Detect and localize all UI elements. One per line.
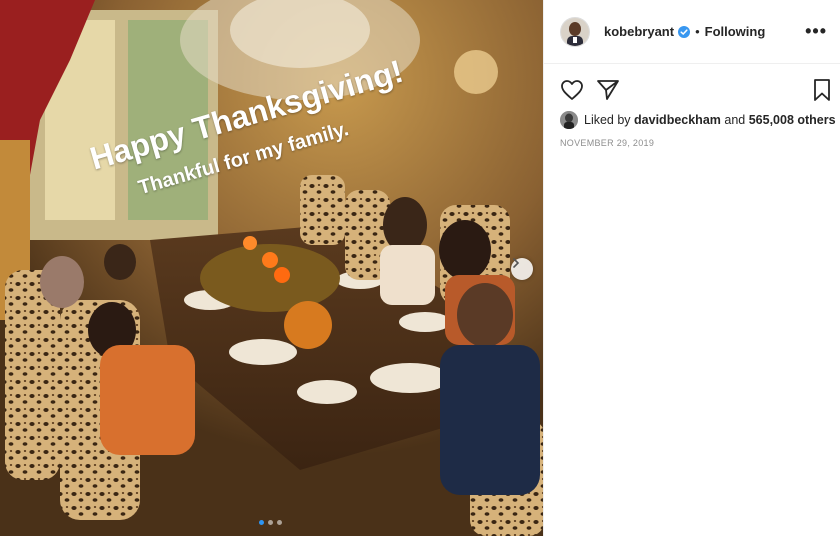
post-date[interactable]: NOVEMBER 29, 2019 — [560, 138, 654, 148]
bookmark-icon[interactable] — [810, 78, 834, 102]
separator-dot: • — [695, 24, 700, 39]
avatar[interactable] — [560, 16, 590, 47]
carousel-dot-active — [259, 520, 264, 525]
likes-summary: Liked by davidbeckham and 565,008 others — [560, 111, 836, 129]
liked-by-prefix: Liked by — [584, 113, 631, 127]
username-link[interactable]: kobebryant — [604, 24, 674, 39]
post-photo[interactable]: Happy Thanksgiving! Thankful for my fami… — [0, 0, 543, 536]
carousel-dot — [268, 520, 273, 525]
paper-plane-icon[interactable] — [596, 78, 620, 102]
chevron-right-icon — [513, 258, 520, 268]
post-header: kobebryant • Following ••• — [544, 0, 840, 64]
verified-badge-icon — [678, 25, 691, 38]
post-sidebar: kobebryant • Following ••• Liked by davi… — [543, 0, 840, 536]
liked-and: and — [724, 113, 746, 127]
heart-icon[interactable] — [560, 78, 584, 102]
liked-by-user-link[interactable]: davidbeckham — [634, 113, 721, 127]
more-options-icon[interactable]: ••• — [805, 21, 827, 42]
next-slide-button[interactable] — [511, 258, 533, 280]
action-bar — [560, 78, 834, 104]
likes-count-link[interactable]: 565,008 others — [749, 113, 836, 127]
carousel-indicator — [259, 520, 282, 525]
family-dinner-image — [0, 0, 543, 536]
following-button[interactable]: Following — [705, 24, 766, 39]
liker-avatar[interactable] — [560, 111, 578, 129]
carousel-dot — [277, 520, 282, 525]
